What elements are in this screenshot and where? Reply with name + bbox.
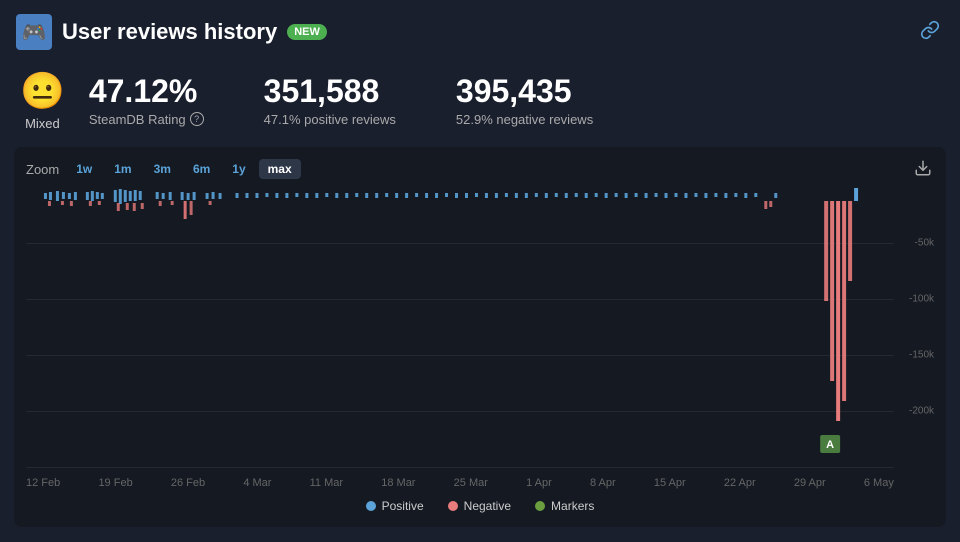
y-label-3: -150k [909,350,934,361]
x-label-2: 26 Feb [171,477,205,489]
svg-text:A: A [826,439,834,451]
rating-value: 47.12% [89,74,204,109]
info-icon[interactable]: ? [190,112,204,126]
stats-bar: 😐 Mixed 47.12% SteamDB Rating ? 351,588 … [0,60,960,147]
y-label-2: -100k [909,294,934,305]
negative-count: 395,435 [456,74,593,109]
positive-count: 351,588 [264,74,396,109]
chart-svg: A [26,187,894,467]
chart-area: -50k -100k -150k -200k [26,187,934,467]
header: 🎮 User reviews history NEW [0,0,960,60]
link-icon[interactable] [920,20,940,45]
markers-dot [535,501,545,511]
app-icon: 🎮 [16,14,52,50]
zoom-1w[interactable]: 1w [67,159,101,179]
sentiment-emoji: 😐 [20,70,65,112]
positive-stat: 351,588 47.1% positive reviews [264,74,396,126]
y-axis: -50k -100k -150k -200k [896,187,934,467]
new-badge: NEW [287,24,327,40]
y-label-4: -200k [909,406,934,417]
legend: Positive Negative Markers [26,489,934,525]
positive-dot [366,501,376,511]
x-label-7: 1 Apr [526,477,552,489]
y-label-1: -50k [915,238,934,249]
positive-label: 47.1% positive reviews [264,112,396,127]
rating-stat: 47.12% SteamDB Rating ? [89,74,204,126]
x-label-11: 29 Apr [794,477,826,489]
x-label-4: 11 Mar [310,477,343,489]
x-label-8: 8 Apr [590,477,616,489]
sentiment-label: Mixed [25,116,60,131]
x-label-0: 12 Feb [26,477,60,489]
zoom-controls: Zoom 1w 1m 3m 6m 1y max [26,159,934,179]
x-label-12: 6 May [864,477,894,489]
positive-legend-label: Positive [382,499,424,513]
bars-area: A [26,187,894,467]
markers-legend-label: Markers [551,499,594,513]
sentiment-stat: 😐 Mixed [20,70,65,131]
legend-markers: Markers [535,499,594,513]
x-axis: 12 Feb 19 Feb 26 Feb 4 Mar 11 Mar 18 Mar… [26,471,934,489]
x-label-1: 19 Feb [98,477,132,489]
zoom-1y[interactable]: 1y [223,159,254,179]
zoom-label: Zoom [26,162,59,177]
page-title: User reviews history [62,19,277,45]
chart-container: Zoom 1w 1m 3m 6m 1y max -50k -100k -150k… [14,147,946,527]
zoom-3m[interactable]: 3m [145,159,180,179]
grid-line-5 [26,467,894,468]
x-label-10: 22 Apr [724,477,756,489]
negative-stat: 395,435 52.9% negative reviews [456,74,593,126]
zoom-max[interactable]: max [259,159,301,179]
x-label-9: 15 Apr [654,477,686,489]
negative-legend-label: Negative [464,499,511,513]
x-label-3: 4 Mar [243,477,271,489]
header-left: 🎮 User reviews history NEW [16,14,327,50]
rating-label: SteamDB Rating ? [89,112,204,127]
negative-label: 52.9% negative reviews [456,112,593,127]
x-label-6: 25 Mar [454,477,488,489]
negative-dot [448,501,458,511]
zoom-1m[interactable]: 1m [105,159,140,179]
legend-positive: Positive [366,499,424,513]
x-label-5: 18 Mar [381,477,415,489]
download-button[interactable] [914,159,932,182]
zoom-6m[interactable]: 6m [184,159,219,179]
legend-negative: Negative [448,499,511,513]
